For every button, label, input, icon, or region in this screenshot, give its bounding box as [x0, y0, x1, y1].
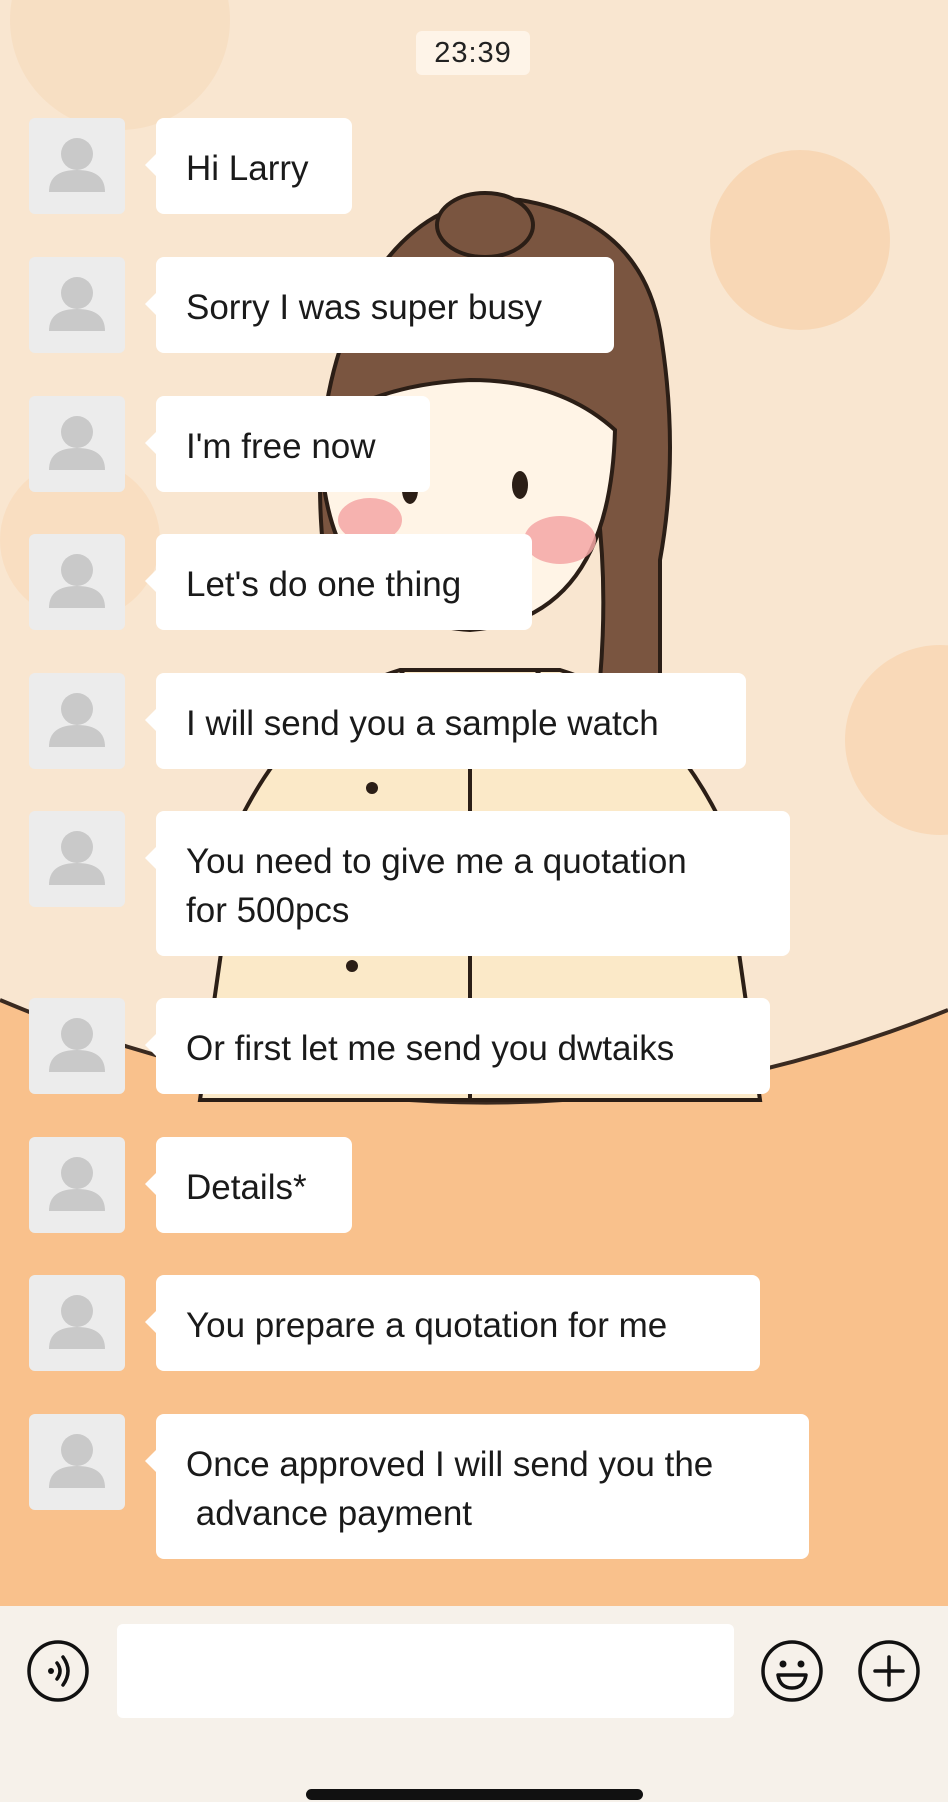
message-bubble[interactable]: You prepare a quotation for me: [145, 1275, 760, 1371]
avatar[interactable]: [29, 534, 125, 630]
chat-input-bar: [0, 1606, 948, 1802]
plus-icon: [858, 1640, 920, 1702]
message-input[interactable]: [117, 1624, 734, 1718]
avatar[interactable]: [29, 673, 125, 769]
message-bubble[interactable]: Hi Larry: [145, 118, 352, 214]
home-indicator: [306, 1789, 643, 1800]
message-bubble[interactable]: Sorry I was super busy: [145, 257, 614, 353]
chat-timestamp: 23:39: [416, 31, 530, 75]
message-bubble[interactable]: Details*: [145, 1137, 352, 1233]
plus-button[interactable]: [857, 1639, 921, 1703]
avatar[interactable]: [29, 1414, 125, 1510]
voice-button[interactable]: [26, 1639, 90, 1703]
message-bubble[interactable]: Or first let me send you dwtaiks: [145, 998, 770, 1094]
avatar[interactable]: [29, 998, 125, 1094]
avatar[interactable]: [29, 811, 125, 907]
message-bubble[interactable]: I'm free now: [145, 396, 430, 492]
emoji-icon: [761, 1640, 823, 1702]
message-bubble[interactable]: You need to give me a quotation for 500p…: [145, 811, 790, 956]
message-bubble[interactable]: Let's do one thing: [145, 534, 532, 630]
avatar[interactable]: [29, 1137, 125, 1233]
avatar[interactable]: [29, 257, 125, 353]
avatar[interactable]: [29, 1275, 125, 1371]
message-bubble[interactable]: I will send you a sample watch: [145, 673, 746, 769]
voice-icon: [27, 1640, 89, 1702]
message-bubble[interactable]: Once approved I will send you the advanc…: [145, 1414, 809, 1559]
emoji-button[interactable]: [760, 1639, 824, 1703]
avatar[interactable]: [29, 118, 125, 214]
avatar[interactable]: [29, 396, 125, 492]
